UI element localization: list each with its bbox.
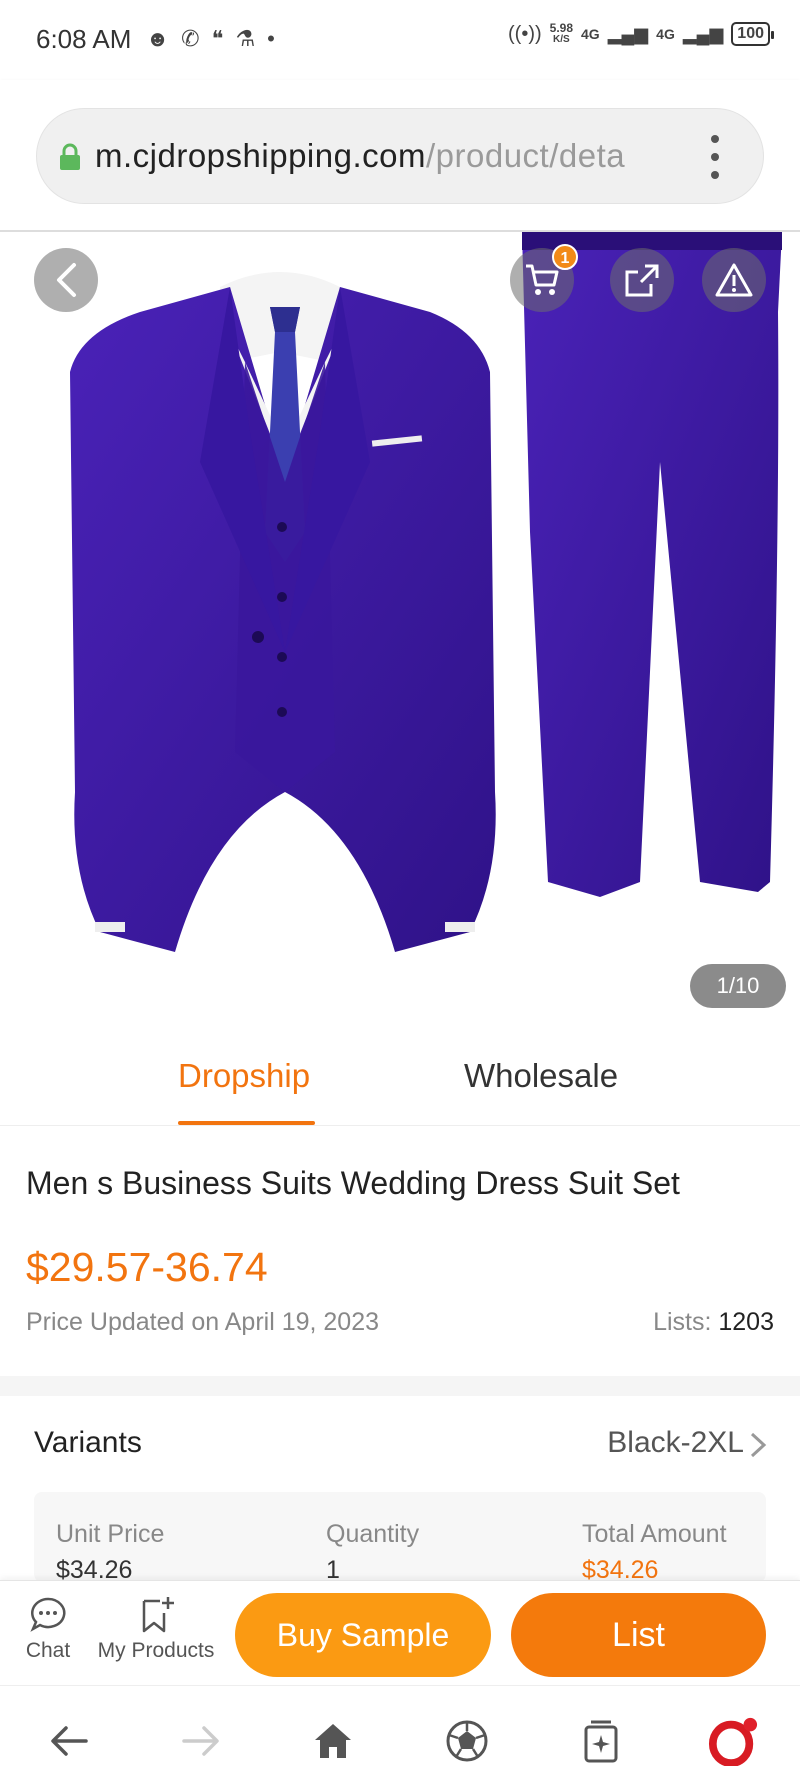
nav-back-icon[interactable] xyxy=(44,1716,94,1766)
cart-icon xyxy=(526,264,559,295)
buy-sample-button[interactable]: Buy Sample xyxy=(235,1593,491,1677)
hotspot-icon: ((•)) xyxy=(508,22,542,45)
lists-count: Lists: 1203 xyxy=(653,1308,774,1336)
flask-icon: ⚗ xyxy=(235,26,256,51)
chat-button[interactable]: Chat xyxy=(20,1595,76,1663)
signal-4g-2: 4G xyxy=(656,26,675,42)
my-products-button[interactable]: My Products xyxy=(92,1595,220,1663)
unit-price-header: Unit Price xyxy=(56,1520,165,1548)
snapchat-icon: ☻ xyxy=(146,26,170,51)
browser-toolbar: m.cjdropshipping.com/product/deta xyxy=(0,80,800,232)
dot-icon: • xyxy=(267,26,275,51)
tab-dropship[interactable]: Dropship xyxy=(178,1057,310,1095)
variants-selector[interactable]: Variants Black-2XL xyxy=(0,1396,800,1492)
quantity-value: 1 xyxy=(326,1556,340,1582)
status-time: 6:08 AM xyxy=(36,24,132,54)
selected-variant: Black-2XL xyxy=(607,1426,744,1459)
product-title: Men s Business Suits Wedding Dress Suit … xyxy=(26,1165,680,1201)
nav-forward-icon[interactable] xyxy=(176,1716,226,1766)
product-action-bar: Chat My Products Buy Sample List xyxy=(0,1580,800,1685)
quantity-header: Quantity xyxy=(326,1520,420,1548)
section-divider xyxy=(0,1376,800,1396)
url-domain: m.cjdropshipping.com xyxy=(95,137,426,174)
lock-icon xyxy=(60,143,80,170)
share-button[interactable] xyxy=(610,248,674,312)
total-amount-value: $34.26 xyxy=(582,1556,659,1582)
list-button[interactable]: List xyxy=(511,1593,766,1677)
status-bar: 6:08 AM ☻ ✆ ❝ ⚗ • ((•)) 5.98 K/S 4G ▂▄▆ … xyxy=(0,0,800,80)
soccer-ball-icon[interactable] xyxy=(442,1716,492,1766)
tabs-icon[interactable] xyxy=(576,1716,626,1766)
chat-bubble-icon: ❝ xyxy=(211,26,224,51)
net-speed: 5.98 K/S xyxy=(549,21,574,45)
signal-bars-icon: ▂▄▆ xyxy=(682,23,724,44)
battery-indicator: 100 xyxy=(731,22,774,46)
signal-bars-icon: ▂▄▆ xyxy=(607,23,649,44)
browser-navigation-bar xyxy=(0,1685,800,1791)
chat-label: Chat xyxy=(25,1639,71,1662)
url-path: /product/deta xyxy=(425,137,626,174)
active-tab-indicator xyxy=(178,1121,315,1125)
product-price: $29.57-36.74 xyxy=(26,1244,268,1290)
back-arrow-icon xyxy=(57,263,76,297)
whatsapp-icon: ✆ xyxy=(181,26,200,51)
home-icon[interactable] xyxy=(308,1716,358,1766)
url-text[interactable]: m.cjdropshipping.com/product/deta xyxy=(95,137,675,175)
my-products-label: My Products xyxy=(97,1639,215,1662)
cart-button[interactable]: 1 xyxy=(510,244,578,312)
report-button[interactable] xyxy=(702,248,766,312)
unit-price-value: $34.26 xyxy=(56,1556,133,1582)
total-amount-header: Total Amount xyxy=(582,1520,727,1548)
mode-tabs: Dropship Wholesale xyxy=(0,1027,800,1126)
price-updated-date: Price Updated on April 19, 2023 xyxy=(26,1308,380,1336)
product-image-carousel[interactable]: 1 1/10 xyxy=(0,232,800,1027)
image-counter: 1/10 xyxy=(690,964,786,1008)
variants-label: Variants xyxy=(34,1426,142,1459)
status-right: ((•)) 5.98 K/S 4G ▂▄▆ 4G ▂▄▆ 100 xyxy=(508,21,774,46)
tab-wholesale[interactable]: Wholesale xyxy=(464,1057,618,1095)
more-vert-icon[interactable] xyxy=(709,135,721,179)
chevron-right-icon xyxy=(750,1432,767,1458)
back-button[interactable] xyxy=(34,248,98,312)
product-image xyxy=(70,232,782,952)
notification-icons: ☻ ✆ ❝ ⚗ • xyxy=(146,26,275,52)
opera-icon[interactable] xyxy=(708,1716,758,1766)
share-icon xyxy=(625,264,659,297)
signal-4g-1: 4G xyxy=(581,26,600,42)
alert-icon xyxy=(715,263,753,297)
variant-summary: Unit Price Quantity Total Amount $34.26 … xyxy=(34,1492,766,1582)
bookmark-add-icon xyxy=(142,1597,174,1633)
chat-icon xyxy=(30,1597,66,1632)
cart-count-badge: 1 xyxy=(552,244,578,270)
address-bar[interactable]: m.cjdropshipping.com/product/deta xyxy=(36,108,764,204)
